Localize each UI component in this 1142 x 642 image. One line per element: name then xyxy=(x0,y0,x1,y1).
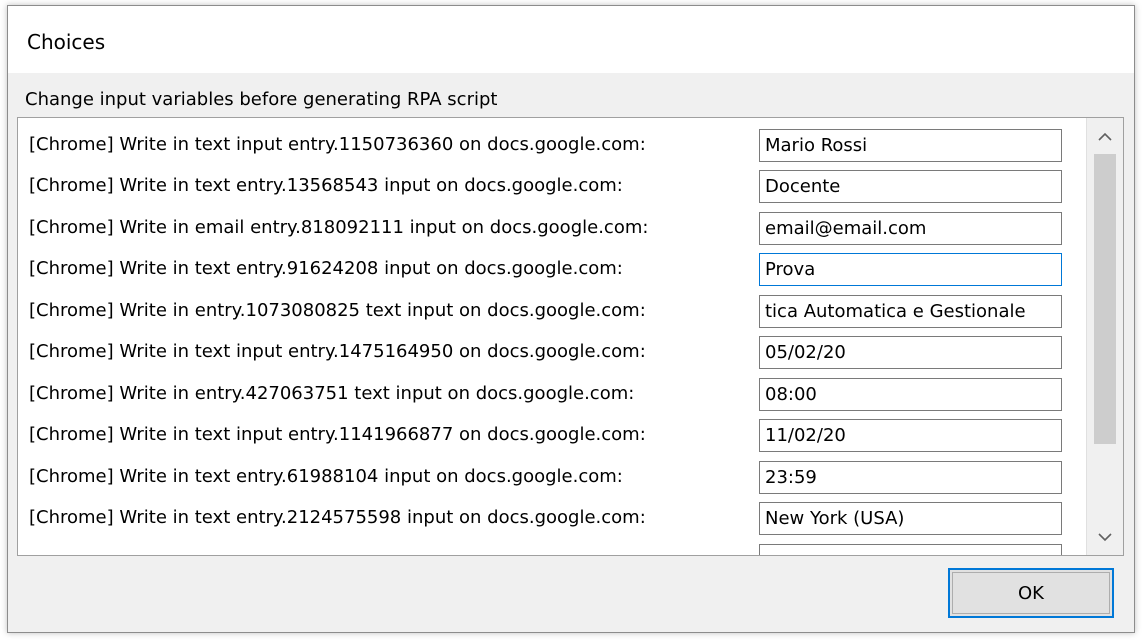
scroll-thumb[interactable] xyxy=(1094,154,1116,444)
variable-input[interactable] xyxy=(759,544,1062,555)
list-item: [Chrome] Write in text entry.61988104 in… xyxy=(18,460,1078,494)
dialog-title: Choices xyxy=(27,30,106,54)
variable-label: [Chrome] Write in email entry.818092111 … xyxy=(29,217,649,238)
variable-input[interactable] xyxy=(759,378,1062,411)
list-item: [Chrome] Write in text input entry.11419… xyxy=(18,418,1078,452)
scroll-up-button[interactable] xyxy=(1087,118,1123,154)
variable-label: [Chrome] Write in text input entry.14751… xyxy=(29,341,646,362)
ok-button[interactable]: OK xyxy=(948,568,1114,618)
variable-label: [Chrome] Write in text input entry.11419… xyxy=(29,424,646,445)
scroll-down-button[interactable] xyxy=(1087,519,1123,555)
ok-button-focus-ring xyxy=(952,572,1110,614)
variable-input[interactable] xyxy=(759,336,1062,369)
variable-label: [Chrome] Write in entry.1073080825 text … xyxy=(29,300,646,321)
variables-panel: [Chrome] Write in text input entry.11507… xyxy=(17,117,1124,556)
list-item xyxy=(18,543,1078,555)
choices-dialog: Choices Change input variables before ge… xyxy=(7,5,1135,633)
variable-input[interactable] xyxy=(759,461,1062,494)
instruction-text: Change input variables before generating… xyxy=(25,89,498,110)
variable-label: [Chrome] Write in entry.427063751 text i… xyxy=(29,383,635,404)
variable-label: [Chrome] Write in text entry.91624208 in… xyxy=(29,258,623,279)
variable-input[interactable] xyxy=(759,502,1062,535)
list-item: [Chrome] Write in text entry.91624208 in… xyxy=(18,252,1078,286)
variable-input[interactable] xyxy=(759,170,1062,203)
list-item: [Chrome] Write in text entry.2124575598 … xyxy=(18,501,1078,535)
list-item: [Chrome] Write in email entry.818092111 … xyxy=(18,211,1078,245)
variable-label: [Chrome] Write in text entry.13568543 in… xyxy=(29,175,623,196)
list-item: [Chrome] Write in entry.427063751 text i… xyxy=(18,377,1078,411)
variable-label: [Chrome] Write in text entry.61988104 in… xyxy=(29,466,623,487)
variable-input[interactable] xyxy=(759,295,1062,328)
title-bar: Choices xyxy=(8,6,1134,73)
variable-input[interactable] xyxy=(759,419,1062,452)
chevron-up-icon xyxy=(1098,132,1112,141)
list-item: [Chrome] Write in entry.1073080825 text … xyxy=(18,294,1078,328)
list-item: [Chrome] Write in text input entry.14751… xyxy=(18,335,1078,369)
variable-label: [Chrome] Write in text input entry.11507… xyxy=(29,134,646,155)
variable-input[interactable] xyxy=(759,253,1062,286)
chevron-down-icon xyxy=(1098,532,1112,541)
list-item: [Chrome] Write in text input entry.11507… xyxy=(18,128,1078,162)
variable-label: [Chrome] Write in text entry.2124575598 … xyxy=(29,507,646,528)
list-item: [Chrome] Write in text entry.13568543 in… xyxy=(18,169,1078,203)
variable-input[interactable] xyxy=(759,212,1062,245)
variable-input[interactable] xyxy=(759,129,1062,162)
vertical-scrollbar[interactable] xyxy=(1086,118,1123,555)
